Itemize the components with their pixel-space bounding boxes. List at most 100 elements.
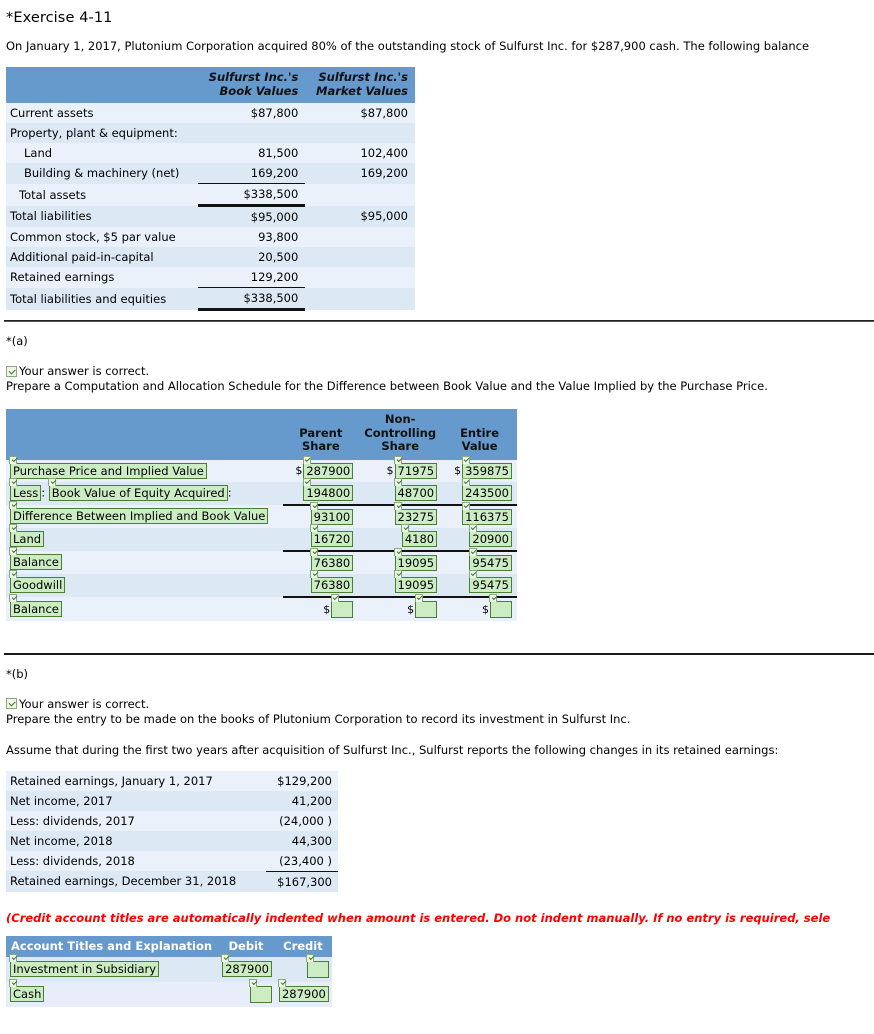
check-icon — [6, 365, 17, 377]
bs-row-market — [305, 123, 415, 143]
colon-separator: : — [227, 485, 232, 500]
re-row-value: 41,200 — [266, 790, 338, 811]
alloc-parent-cell: $ — [283, 593, 359, 621]
input-parent-4[interactable]: 76380 — [310, 547, 354, 571]
table-header-row: Parent Share Non- Controlling Share Enti… — [6, 409, 517, 460]
table-row: Less: Book Value of Equity Acquired: 194… — [6, 477, 517, 505]
alloc-col-entire-value: Entire Value — [442, 409, 517, 460]
alloc-entire-cell: 95475 — [442, 569, 517, 597]
input-debit-1[interactable] — [249, 978, 272, 1003]
bs-row-label: Land — [6, 143, 199, 163]
part-a-status-text: Your answer is correct. — [19, 364, 150, 378]
input-parent-1[interactable]: 194800 — [302, 477, 354, 501]
input-nci-1[interactable]: 48700 — [393, 477, 438, 501]
input-nci-4[interactable]: 19095 — [393, 547, 438, 571]
re-row-label: Net income, 2017 — [6, 790, 267, 811]
dollar-sign: $ — [407, 602, 415, 616]
input-nci-0[interactable]: 71975 — [393, 455, 438, 479]
account-select-balance-2[interactable]: Balance — [9, 593, 62, 617]
account-select-book-value[interactable]: Book Value of Equity Acquired — [48, 478, 228, 501]
account-select-cash[interactable]: Cash — [9, 979, 45, 1002]
account-select-goodwill[interactable]: Goodwill — [9, 570, 66, 593]
input-nci-6[interactable] — [414, 593, 438, 618]
part-b-assume: Assume that during the first two years a… — [6, 742, 779, 757]
account-select-investment-in-subsidiary[interactable]: Investment in Subsidiary — [9, 954, 160, 977]
input-entire-4[interactable]: 95475 — [468, 547, 512, 571]
credit-indent-note: (Credit account titles are automatically… — [6, 910, 831, 925]
re-row-label: Net income, 2018 — [6, 830, 267, 851]
bs-row-book — [198, 123, 306, 143]
input-entire-2[interactable]: 116375 — [461, 501, 512, 525]
alloc-entire-cell: 243500 — [442, 477, 517, 505]
table-row: Investment in Subsidiary 287900 — [6, 953, 332, 982]
input-parent-5[interactable]: 76380 — [310, 569, 354, 593]
bs-row-label: Additional paid-in-capital — [6, 247, 199, 267]
input-entire-0[interactable]: 359875 — [461, 455, 512, 479]
bs-row-label: Total liabilities — [6, 205, 199, 227]
bs-row-label: Property, plant & equipment: — [6, 123, 199, 143]
table-header-row: Account Titles and Explanation Debit Cre… — [6, 935, 332, 957]
re-row-value: (23,400 ) — [266, 850, 338, 871]
input-entire-3[interactable]: 20900 — [468, 523, 512, 547]
table-row: Net income, 2017 41,200 — [6, 790, 338, 811]
input-parent-3[interactable]: 16720 — [310, 523, 354, 547]
input-nci-3[interactable]: 4180 — [401, 523, 438, 547]
re-row-label: Retained earnings, January 1, 2017 — [6, 770, 267, 791]
je-credit-cell — [274, 953, 332, 982]
part-a-instruction: Prepare a Computation and Allocation Sch… — [6, 379, 768, 393]
bs-row-market — [305, 287, 415, 310]
alloc-nci-cell: 23275 — [358, 501, 443, 528]
table-row: Goodwill 76380 19095 95475 — [6, 569, 517, 597]
table-row: Land 16720 4180 20900 — [6, 523, 517, 551]
alloc-entire-cell: 95475 — [442, 547, 517, 574]
re-row-value: 44,300 — [266, 830, 338, 851]
check-icon — [6, 698, 17, 709]
alloc-entire-cell: $ — [442, 593, 517, 621]
alloc-row-label-cell: Less: Book Value of Equity Acquired: — [6, 478, 284, 505]
je-debit-cell — [218, 978, 275, 1007]
bs-row-market: $87,800 — [305, 103, 415, 123]
input-credit-1[interactable]: 287900 — [278, 979, 329, 1002]
alloc-nci-cell: 19095 — [358, 569, 443, 597]
part-b-status: Your answer is correct. — [6, 697, 874, 711]
table-row: Purchase Price and Implied Value $287900… — [6, 455, 517, 482]
account-select-difference[interactable]: Difference Between Implied and Book Valu… — [9, 501, 269, 524]
bs-row-market — [305, 267, 415, 288]
je-debit-cell: 287900 — [218, 954, 275, 982]
table-row: Total liabilities and equities $338,500 — [6, 287, 415, 311]
alloc-entire-cell: 20900 — [442, 523, 517, 551]
alloc-row-label-cell: Land — [6, 524, 284, 551]
alloc-col-noncontrolling-share: Non- Controlling Share — [358, 409, 443, 460]
input-entire-5[interactable]: 95475 — [468, 569, 512, 593]
alloc-nci-cell: $ — [358, 593, 443, 621]
input-entire-6[interactable] — [489, 593, 512, 618]
input-debit-0[interactable]: 287900 — [221, 954, 272, 977]
input-parent-2[interactable]: 93100 — [310, 501, 354, 525]
bs-row-label: Current assets — [6, 103, 199, 123]
part-b-instruction: Prepare the entry to be made on the book… — [6, 711, 631, 726]
alloc-col-parent-share: Parent Share — [283, 409, 359, 460]
alloc-row-label-cell: Goodwill — [6, 570, 284, 597]
input-credit-0[interactable] — [306, 953, 329, 978]
je-col-credit: Credit — [274, 935, 332, 957]
alloc-row-label-cell: Balance — [6, 593, 284, 621]
dollar-sign: $ — [295, 464, 303, 477]
table-row: Less: dividends, 2018 (23,400 ) — [6, 850, 338, 871]
re-row-label: Less: dividends, 2017 — [6, 810, 267, 831]
input-nci-5[interactable]: 19095 — [393, 569, 438, 593]
input-parent-6[interactable] — [330, 593, 354, 618]
input-entire-1[interactable]: 243500 — [461, 477, 512, 501]
bs-row-market — [305, 227, 415, 247]
bs-row-book: $87,800 — [198, 103, 306, 123]
account-select-purchase-price[interactable]: Purchase Price and Implied Value — [9, 455, 207, 479]
bs-row-book: 129,200 — [198, 267, 306, 288]
input-nci-2[interactable]: 23275 — [393, 501, 438, 525]
account-select-balance-1[interactable]: Balance — [9, 547, 62, 570]
select-less[interactable]: Less — [9, 478, 42, 501]
account-select-land[interactable]: Land — [9, 524, 45, 547]
input-parent-0[interactable]: 287900 — [302, 455, 354, 479]
dollar-sign: $ — [323, 602, 331, 616]
part-b-label: *(b) — [6, 666, 29, 681]
retained-earnings-table: Retained earnings, January 1, 2017 $129,… — [6, 770, 338, 892]
section-divider-a — [4, 320, 874, 322]
